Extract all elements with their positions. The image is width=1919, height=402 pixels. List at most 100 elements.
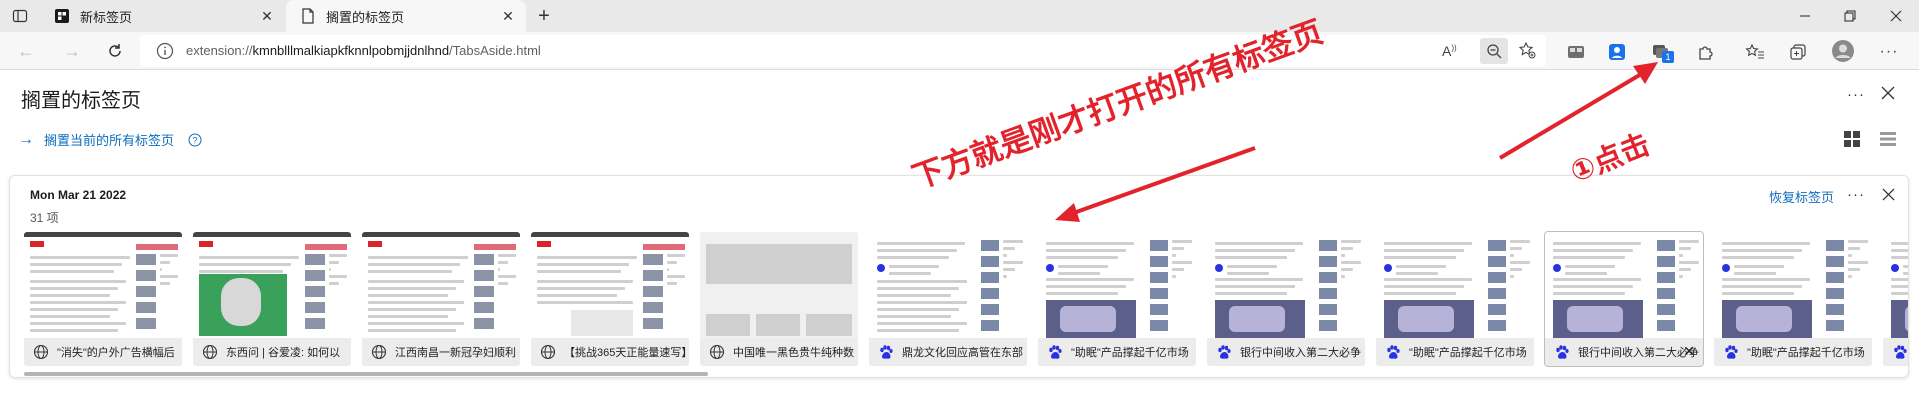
tab-new-tab[interactable]: 新标签页 ✕ [40,0,285,32]
tab-thumbnail[interactable]: "助眠"产品撑起千亿市场 [1376,232,1534,366]
group-date: Mon Mar 21 2022 [30,188,127,202]
thumbnail-image [474,302,494,313]
back-arrow-icon[interactable]: ← [12,37,40,65]
page-close-icon[interactable] [1881,86,1897,102]
thumbnail-caption: "助眠"产品撑起千亿市场 [1038,338,1196,366]
thumbnail-image [643,270,663,281]
forward-arrow-icon[interactable]: → [58,37,86,65]
thumbnail-text-line [498,268,500,271]
thumbnail-text-line [30,287,118,290]
tab-title: 新标签页 [80,9,133,25]
tab-thumbnail[interactable]: 银行中间收入第二大必争 [1207,232,1365,366]
page-more-icon[interactable]: ··· [1847,86,1865,103]
thumbnail-image [981,272,999,283]
close-window-button[interactable] [1873,0,1919,32]
thumbnail-caption: "消失"的户外广告横幅后 [24,338,182,366]
tab-set-aside[interactable]: 搁置的标签页 ✕ [286,0,526,32]
tab-thumbnail[interactable]: 银行中间收入第二大必争 ✕ [1545,232,1703,366]
profile-avatar[interactable] [1831,39,1855,63]
thumbnail-text-line [1553,249,1633,252]
thumbnail-image [474,286,494,297]
thumbnail-image [1319,272,1337,283]
thumbnail-text-line [368,329,456,332]
thumbnail-text-line [877,256,949,259]
tabs-aside-extension-icon[interactable]: 1 [1650,41,1674,63]
thumbnail-text-line [537,270,621,273]
globe-icon [370,343,388,361]
site-logo [199,241,213,247]
remove-tab-icon[interactable]: ✕ [1683,343,1695,360]
tab-thumbnail[interactable]: 中国唯一黑色贵牛纯种数 [700,232,858,366]
thumbnail-text-line [1891,285,1908,288]
thumbnail-text-line [1341,275,1345,278]
favorites-icon[interactable] [1744,41,1766,63]
thumbnail-image [981,304,999,315]
baidu-paw-icon [1046,343,1064,361]
thumbnail-text-line [1848,240,1868,243]
minimize-button[interactable] [1782,0,1828,32]
thumbnail-image [305,286,325,297]
info-icon[interactable] [156,42,174,60]
refresh-icon[interactable] [101,37,129,65]
thumbnail-text-line [1384,278,1472,281]
group-more-icon[interactable]: ··· [1847,186,1865,203]
thumbnail-text-line [537,280,633,283]
tab-thumbnail[interactable] [1883,232,1908,366]
group-close-icon[interactable] [1882,188,1896,202]
thumbnail-text-line [1553,292,1625,295]
thumbnail-title: 中国唯一黑色贵牛纯种数 [733,347,854,359]
tab-thumbnail[interactable]: 鼎龙文化回应高管在东部 [869,232,1027,366]
list-view-icon[interactable] [1879,130,1897,148]
product-photo [1060,306,1116,332]
restore-tabs-button[interactable]: 恢复标签页 [1769,187,1834,206]
tab-thumbnail[interactable]: "助眠"产品撑起千亿市场 [1714,232,1872,366]
tab-actions-icon[interactable] [12,8,28,24]
horizontal-scrollbar[interactable] [24,372,708,376]
zoom-out-icon[interactable] [1480,38,1508,64]
extension-badge: 1 [1662,51,1674,63]
thumbnail-text-line [537,287,625,290]
thumbnail-caption: 银行中间收入第二大必争 [1207,338,1365,366]
thumbnail-text-line [368,308,456,311]
address-bar[interactable]: extension://kmnblllmalkiapkfknnlpobmjjdn… [140,35,1546,67]
site-header-bar [193,232,351,237]
thumbnail-image [305,302,325,313]
tab-thumbnail[interactable]: "消失"的户外广告横幅后 [24,232,182,366]
tab-thumbnail[interactable]: 江西南昌一新冠孕妇顺利 [362,232,520,366]
close-icon[interactable]: ✕ [259,8,275,24]
thumbnail-text-line [1172,268,1184,271]
tab-thumbnail[interactable]: "助眠"产品撑起千亿市场 [1038,232,1196,366]
restore-window-button[interactable] [1827,0,1873,32]
thumbnail-text-line [877,249,957,252]
thumbnail-text-line [30,256,130,259]
collections-extension-icon[interactable] [1565,41,1587,63]
thumbnail-text-line [329,261,339,264]
thumbnail-image [756,314,800,336]
grid-view-icon[interactable] [1843,130,1861,148]
profile-extension-icon[interactable] [1606,41,1628,63]
thumbnail-text-line [30,270,114,273]
thumbnail-text-line [1046,292,1118,295]
tab-thumbnail[interactable]: 东西问 | 谷爱凌: 如何以 [193,232,351,366]
add-favorite-icon[interactable] [1518,41,1536,64]
more-options-icon[interactable]: ··· [1878,41,1900,63]
thumbnail-text-line [1003,275,1007,278]
thumbnail-text-line [1679,240,1699,243]
set-aside-all-tabs-button[interactable]: → 搁置当前的所有标签页 ? [18,130,202,149]
page-preview [1038,232,1196,338]
help-icon[interactable]: ? [188,133,202,147]
svg-text:?: ? [193,135,198,145]
read-aloud-icon[interactable]: A)) [1442,43,1457,59]
thumbnail-text-line [1384,256,1456,259]
thumbnail-text-line [1891,242,1908,245]
thumbnail-image [305,254,325,265]
tab-group-card: Mon Mar 21 2022 31 项 恢复标签页 ··· "消失"的户外广告… [9,175,1909,378]
thumbnail-text-line [1341,247,1353,250]
extensions-puzzle-icon[interactable] [1695,41,1717,63]
close-icon[interactable]: ✕ [500,8,516,24]
tab-thumbnail[interactable]: 【挑战365天正能量速写】 [531,232,689,366]
thumbnail-text-line [1046,278,1134,281]
collections-icon[interactable] [1787,41,1809,63]
thumbnail-text-line [667,261,677,264]
new-tab-button[interactable]: + [532,4,556,28]
